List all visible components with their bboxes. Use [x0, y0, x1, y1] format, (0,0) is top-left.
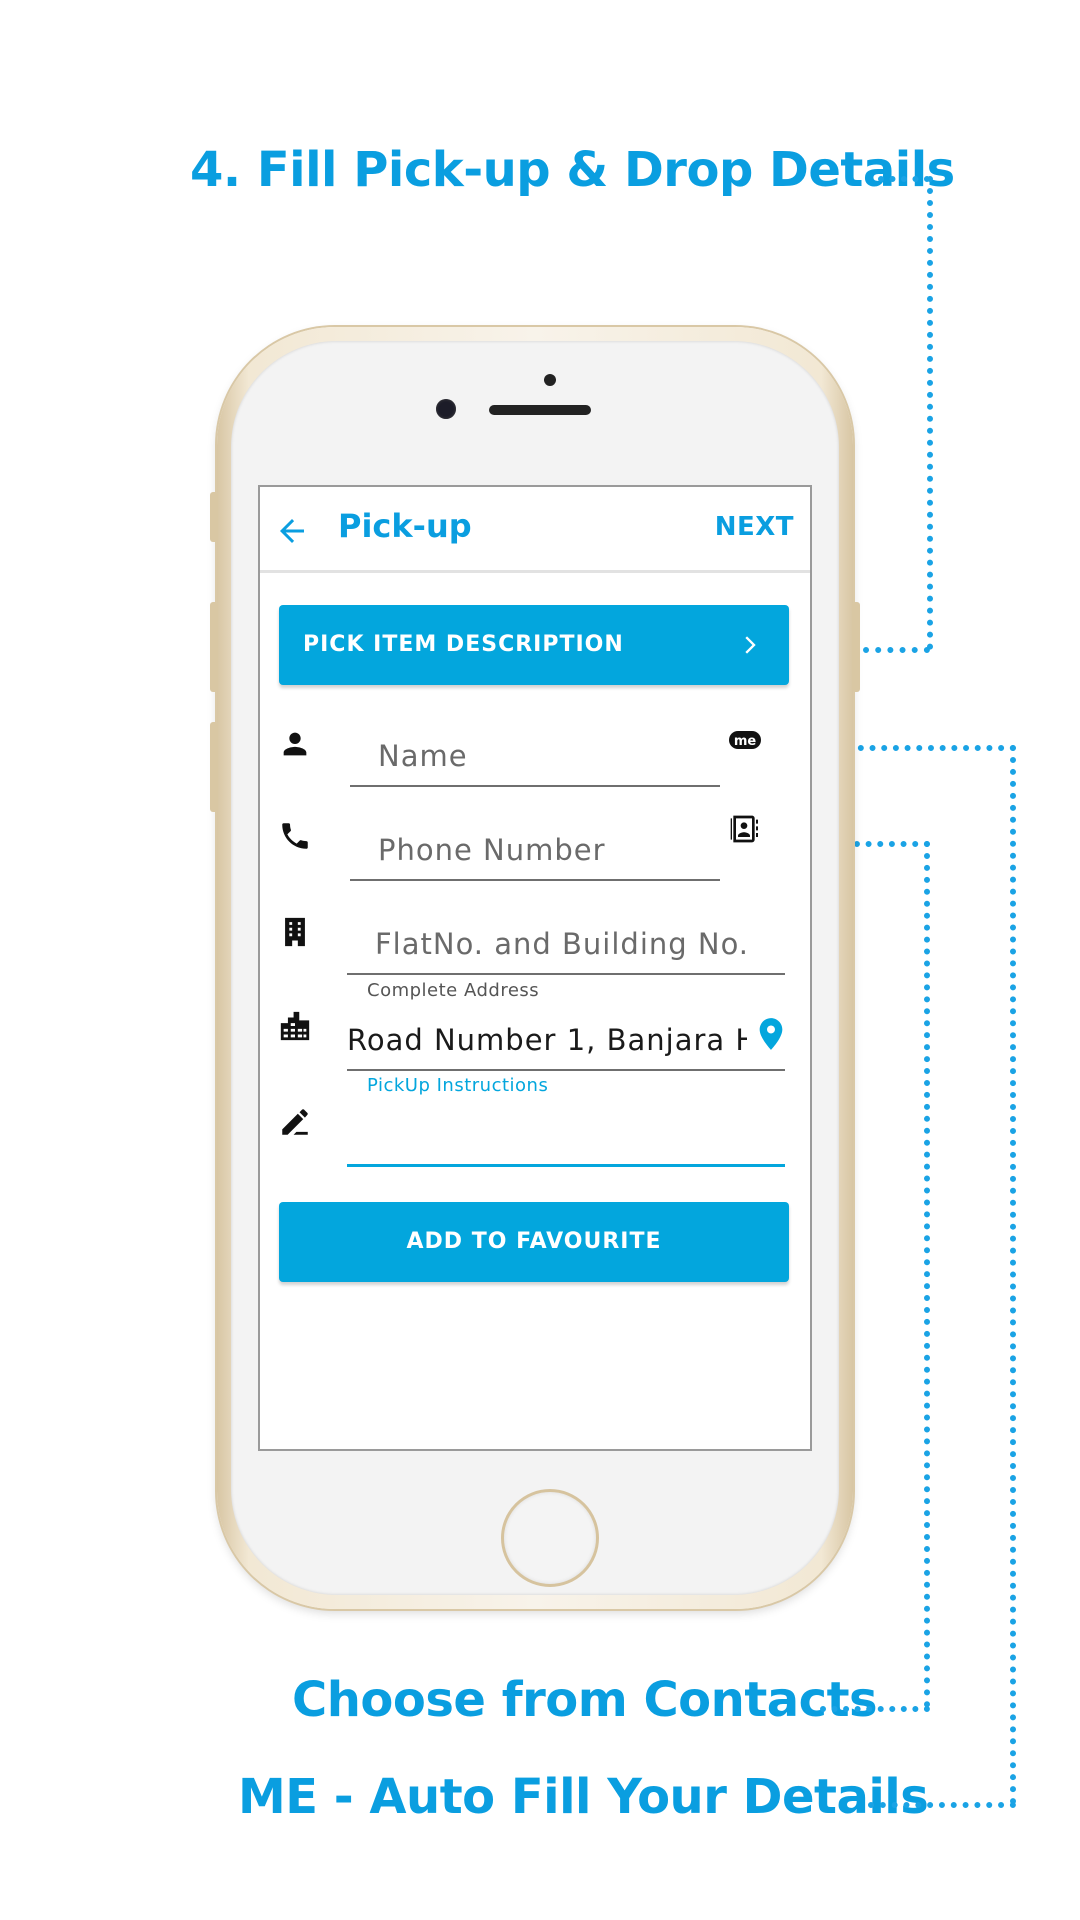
side-button-power	[852, 602, 860, 692]
side-button-volume-down	[210, 722, 218, 812]
connector-contacts-bottom	[820, 1706, 930, 1712]
app-screen: Pick-up NEXT PICK ITEM DESCRIPTION Name …	[258, 485, 812, 1451]
flat-building-input[interactable]: FlatNo. and Building No.	[347, 913, 785, 975]
connector-top-horizontal	[878, 176, 930, 182]
flat-placeholder: FlatNo. and Building No.	[375, 927, 750, 961]
phone-icon	[282, 823, 308, 849]
callout-fill-details: 4. Fill Pick-up & Drop Details	[190, 142, 955, 198]
contacts-icon[interactable]	[728, 813, 760, 845]
callout-choose-contacts: Choose from Contacts	[292, 1672, 878, 1728]
connector-me-vertical	[1010, 745, 1016, 1805]
connector-top-vertical	[927, 176, 933, 650]
phone-number-input[interactable]: Phone Number	[350, 819, 720, 881]
location-pin-icon[interactable]	[757, 1017, 785, 1051]
me-icon[interactable]: me	[728, 729, 762, 751]
app-bar: Pick-up NEXT	[260, 487, 810, 573]
name-placeholder: Name	[378, 739, 468, 773]
complete-address-input[interactable]: Road Number 1, Banjara Hil	[347, 1007, 785, 1071]
proximity-sensor	[544, 374, 556, 386]
pickup-instructions-input[interactable]	[347, 1087, 785, 1167]
building-icon	[285, 917, 305, 947]
back-arrow-icon[interactable]	[274, 513, 310, 549]
pick-item-label: PICK ITEM DESCRIPTION	[303, 632, 624, 657]
side-button-mute	[210, 492, 218, 542]
me-icon-text: me	[734, 734, 757, 749]
front-camera	[436, 399, 456, 419]
edit-icon	[282, 1109, 308, 1135]
earpiece-speaker	[489, 405, 591, 415]
complete-address-label: Complete Address	[367, 980, 540, 1001]
address-value: Road Number 1, Banjara Hil	[347, 1023, 747, 1057]
add-to-favourite-button[interactable]: ADD TO FAVOURITE	[279, 1202, 789, 1282]
phone-placeholder: Phone Number	[378, 833, 606, 867]
chevron-right-icon	[745, 636, 756, 654]
name-input[interactable]: Name	[350, 725, 720, 787]
connector-me-bottom	[868, 1802, 1016, 1808]
city-icon	[280, 1011, 310, 1041]
home-button[interactable]	[501, 1489, 599, 1587]
person-icon	[283, 732, 307, 756]
pick-item-description-button[interactable]: PICK ITEM DESCRIPTION	[279, 605, 789, 685]
page-title: Pick-up	[338, 507, 472, 545]
side-button-volume-up	[210, 602, 218, 692]
connector-contacts-vertical	[924, 841, 930, 1708]
next-button[interactable]: NEXT	[715, 512, 794, 542]
callout-me-autofill: ME - Auto Fill Your Details	[238, 1769, 929, 1825]
